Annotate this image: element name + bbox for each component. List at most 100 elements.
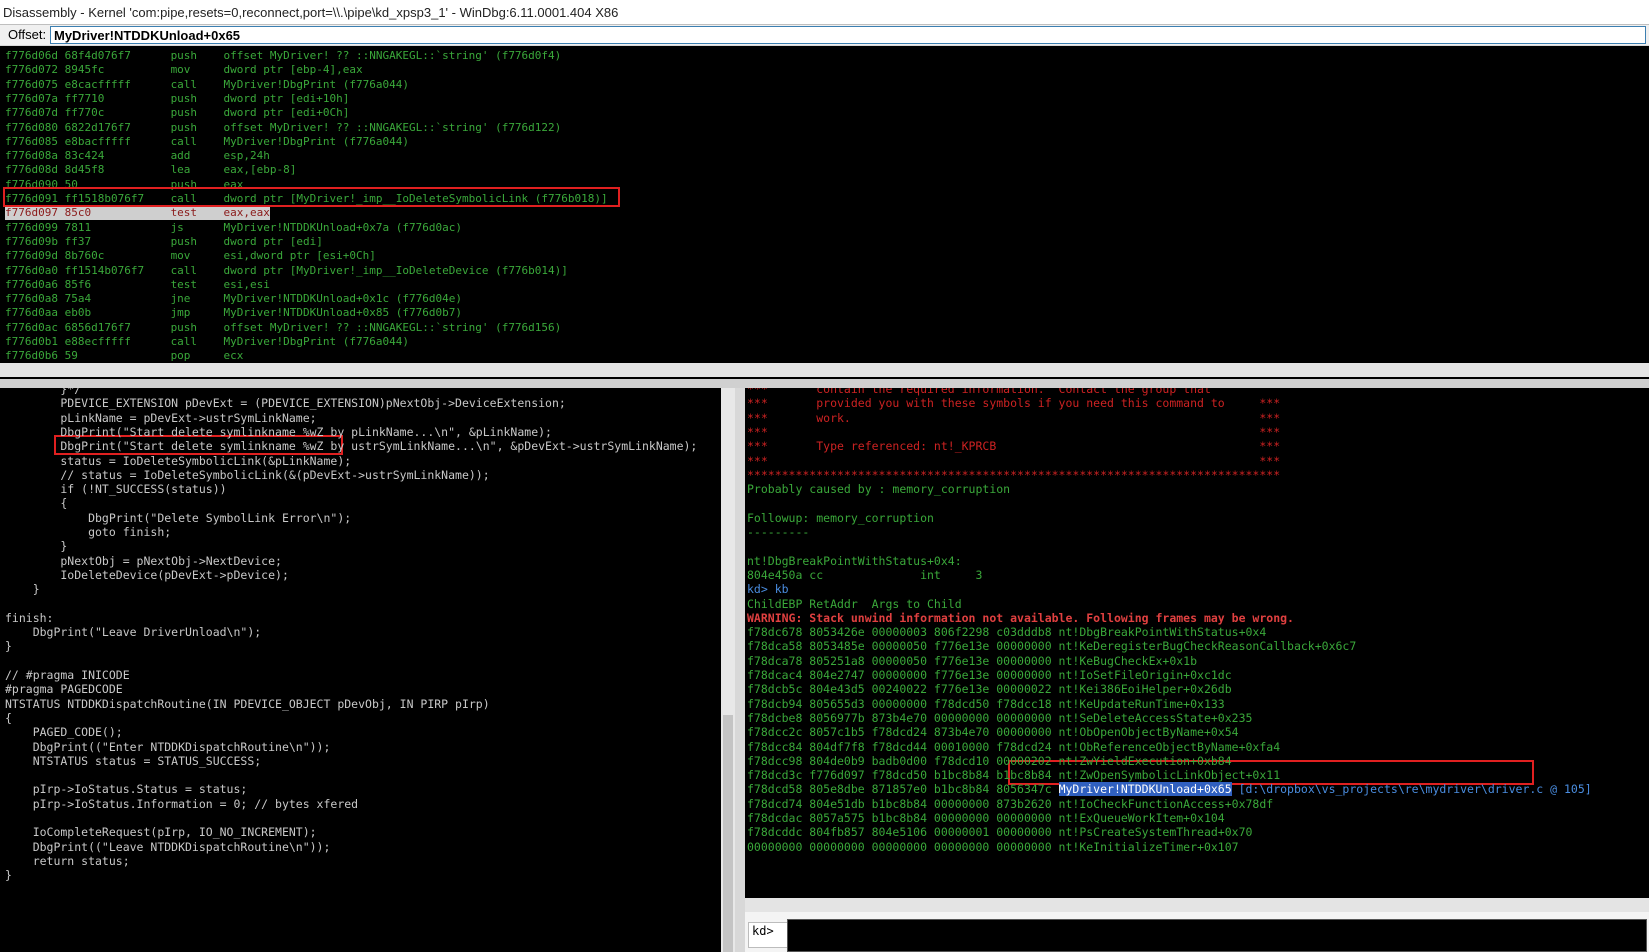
source-line[interactable]: DbgPrint("Leave DriverUnload\n"); [5, 625, 262, 640]
command-output-line: f78dca58 8053485e 00000050 f776e13e 0000… [747, 639, 1356, 654]
command-output-pane[interactable]: *** contain the required information. Co… [745, 388, 1649, 898]
source-line[interactable]: IoCompleteRequest(pIrp, IO_NO_INCREMENT)… [5, 825, 317, 840]
command-line-text: Probably caused by : memory_corruption [747, 482, 1011, 497]
source-line[interactable]: goto finish; [5, 525, 171, 540]
disassembly-line[interactable]: f776d0b6 59 pop ecx [5, 348, 243, 363]
disassembly-line[interactable]: f776d07a ff7710 push dword ptr [edi+10h] [5, 91, 349, 106]
command-output-line: f78dcc84 804df7f8 f78dcd44 00010000 f78d… [747, 740, 1280, 755]
source-line[interactable]: NTSTATUS NTDDKDispatchRoutine(IN PDEVICE… [5, 697, 490, 712]
command-line-text: 00000000 00000000 00000000 00000000 0000… [747, 839, 1239, 854]
command-output-line: Followup: memory_corruption [747, 511, 934, 526]
command-line-text: f78dc678 8053426e 00000003 806f2298 c03d… [747, 625, 1267, 640]
command-output-line: WARNING: Stack unwind information not av… [747, 611, 1294, 626]
command-output-line: 804e450a cc int 3 [747, 568, 982, 583]
command-output-line: ****************************************… [747, 468, 1280, 483]
frame-source-link[interactable]: MyDriver!NTDDKUnload+0x65 [1058, 782, 1232, 797]
panel-divider[interactable] [735, 388, 745, 952]
disassembly-line[interactable]: f776d0b1 e88ecfffff call MyDriver!DbgPri… [5, 334, 409, 349]
command-output-line: f78dcc2c 8057c1b5 f78dcd24 873b4e70 0000… [747, 725, 1239, 740]
disassembly-line[interactable]: f776d08a 83c424 add esp,24h [5, 148, 270, 163]
command-line-text: f78dcd74 804e51db b1bc8b84 00000000 873b… [747, 796, 1274, 811]
source-line[interactable]: DbgPrint("Start delete symlinkname %wZ b… [5, 439, 697, 454]
disassembly-line[interactable]: f776d091 ff1518b076f7 call dword ptr [My… [5, 191, 608, 206]
command-output-line: f78dcc98 804de0b9 badb0d00 f78dcd10 0000… [747, 754, 1232, 769]
disassembly-line[interactable]: f776d0a6 85f6 test esi,esi [5, 277, 270, 292]
disassembly-line[interactable]: f776d06d 68f4d076f7 push offset MyDriver… [5, 48, 561, 63]
command-line-text: nt!DbgBreakPointWithStatus+0x4: [747, 553, 962, 568]
source-line[interactable]: } [5, 868, 12, 883]
source-line[interactable]: { [5, 711, 12, 726]
source-line[interactable]: PDEVICE_EXTENSION pDevExt = (PDEVICE_EXT… [5, 396, 565, 411]
disassembly-horizontal-scrollbar[interactable] [0, 363, 1649, 377]
source-line[interactable]: #pragma PAGEDCODE [5, 682, 123, 697]
command-line-text: f78dcc98 804de0b9 badb0d00 f78dcd10 0000… [747, 753, 1232, 768]
frame-source-path[interactable]: [d:\dropbox\vs_projects\re\mydriver\driv… [1232, 782, 1592, 796]
source-pane[interactable]: }*/ PDEVICE_EXTENSION pDevExt = (PDEVICE… [0, 388, 721, 952]
disassembly-line[interactable]: f776d08d 8d45f8 lea eax,[ebp-8] [5, 162, 296, 177]
disassembly-line[interactable]: f776d097 85c0 test eax,eax [5, 205, 270, 221]
disassembly-line[interactable]: f776d072 8945fc mov dword ptr [ebp-4],ea… [5, 62, 363, 77]
disassembly-line[interactable]: f776d090 50 push eax [5, 177, 243, 192]
source-line[interactable]: } [5, 639, 12, 654]
command-line-text: f78dcddc 804fb857 804e5106 00000001 0000… [747, 825, 1253, 840]
command-output-line: f78dcdac 8057a575 b1bc8b84 00000000 0000… [747, 811, 1225, 826]
source-line[interactable]: pIrp->IoStatus.Information = 0; // bytes… [5, 797, 358, 812]
command-output-line: *** provided you with these symbols if y… [747, 396, 1280, 411]
disassembly-line[interactable]: f776d0ac 6856d176f7 push offset MyDriver… [5, 320, 561, 335]
source-line[interactable]: DbgPrint("Start delete symlinkname %wZ b… [5, 425, 552, 440]
source-line[interactable]: pIrp->IoStatus.Status = status; [5, 782, 248, 797]
disassembly-lines: f776d06d 68f4d076f7 push offset MyDriver… [0, 46, 1649, 379]
command-output-line: f78dcbe8 8056977b 873b4e70 00000000 0000… [747, 711, 1252, 726]
source-line[interactable]: DbgPrint(("Leave NTDDKDispatchRoutine\n"… [5, 840, 331, 855]
source-line[interactable]: pNextObj = pNextObj->NextDevice; [5, 554, 282, 569]
command-horizontal-scrollbar[interactable] [745, 898, 1649, 912]
source-scrollbar-thumb[interactable] [723, 715, 733, 952]
disassembly-line[interactable]: f776d0a0 ff1514b076f7 call dword ptr [My… [5, 263, 568, 278]
command-line-text: WARNING: Stack unwind information not av… [747, 610, 1294, 625]
command-output-line: 00000000 00000000 00000000 00000000 0000… [747, 840, 1239, 855]
source-line[interactable]: finish: [5, 611, 53, 626]
source-line[interactable]: NTSTATUS status = STATUS_SUCCESS; [5, 754, 262, 769]
command-output-line: f78dc678 8053426e 00000003 806f2298 c03d… [747, 625, 1266, 640]
kd-prompt-label: kd> [748, 922, 788, 948]
disassembly-line[interactable]: f776d09d 8b760c mov esi,dword ptr [esi+0… [5, 248, 376, 263]
source-line[interactable]: if (!NT_SUCCESS(status)) [5, 482, 226, 497]
window-title: Disassembly - Kernel 'com:pipe,resets=0,… [0, 0, 1649, 25]
disassembly-line[interactable]: f776d075 e8cacfffff call MyDriver!DbgPri… [5, 77, 409, 92]
source-line[interactable]: } [5, 582, 40, 597]
command-line-text: f78dcb94 805655d3 00000000 f78dcd50 f78d… [747, 696, 1225, 711]
command-line-text: *** provided you with these symbols if y… [747, 396, 1281, 411]
command-output-line: f78dcd74 804e51db b1bc8b84 00000000 873b… [747, 797, 1273, 812]
disassembly-line[interactable]: f776d09b ff37 push dword ptr [edi] [5, 234, 323, 249]
source-line[interactable]: status = IoDeleteSymbolicLink(&pLinkName… [5, 454, 351, 469]
disassembly-line[interactable]: f776d07d ff770c push dword ptr [edi+0Ch] [5, 105, 349, 120]
command-line-text: f78dcc2c 8057c1b5 f78dcd24 873b4e70 0000… [747, 725, 1239, 740]
disassembly-line[interactable]: f776d080 6822d176f7 push offset MyDriver… [5, 120, 561, 135]
source-line[interactable]: IoDeleteDevice(pDevExt->pDevice); [5, 568, 289, 583]
source-line[interactable]: // status = IoDeleteSymbolicLink(&(pDevE… [5, 468, 489, 483]
offset-input[interactable] [50, 26, 1646, 44]
source-line[interactable]: { [5, 496, 67, 511]
source-line[interactable]: // #pragma INICODE [5, 668, 130, 683]
disassembly-line[interactable]: f776d085 e8bacfffff call MyDriver!DbgPri… [5, 134, 409, 149]
disassembly-line[interactable]: f776d0a8 75a4 jne MyDriver!NTDDKUnload+0… [5, 291, 462, 306]
command-output-line: *** Type referenced: nt!_KPRCB *** [747, 439, 1280, 454]
command-line-text: ****************************************… [747, 467, 1281, 482]
pane-splitter[interactable] [0, 379, 1649, 388]
source-line[interactable]: DbgPrint(("Enter NTDDKDispatchRoutine\n"… [5, 740, 331, 755]
source-line[interactable]: return status; [5, 854, 130, 869]
command-line-text: f78dcd3c f776d097 f78dcd50 b1bc8b84 b1bc… [747, 768, 1281, 783]
disassembly-line[interactable]: f776d0aa eb0b jmp MyDriver!NTDDKUnload+0… [5, 305, 462, 320]
command-line-text: f78dcdac 8057a575 b1bc8b84 00000000 0000… [747, 811, 1225, 825]
source-line[interactable]: pLinkName = pDevExt->ustrSymLinkName; [5, 411, 316, 426]
command-input[interactable] [787, 919, 1647, 952]
source-line[interactable]: } [5, 539, 67, 554]
command-output-line: kd> kb [747, 582, 789, 597]
command-output-line: ChildEBP RetAddr Args to Child [747, 597, 962, 612]
source-line[interactable]: PAGED_CODE(); [5, 725, 123, 740]
command-line-text: --------- [747, 525, 810, 539]
disassembly-line[interactable]: f776d099 7811 js MyDriver!NTDDKUnload+0x… [5, 220, 462, 235]
command-line-text: f78dca78 805251a8 00000050 f776e13e 0000… [747, 653, 1198, 668]
disassembly-pane[interactable]: f776d06d 68f4d076f7 push offset MyDriver… [0, 46, 1649, 379]
source-line[interactable]: DbgPrint("Delete SymbolLink Error\n"); [5, 511, 351, 526]
